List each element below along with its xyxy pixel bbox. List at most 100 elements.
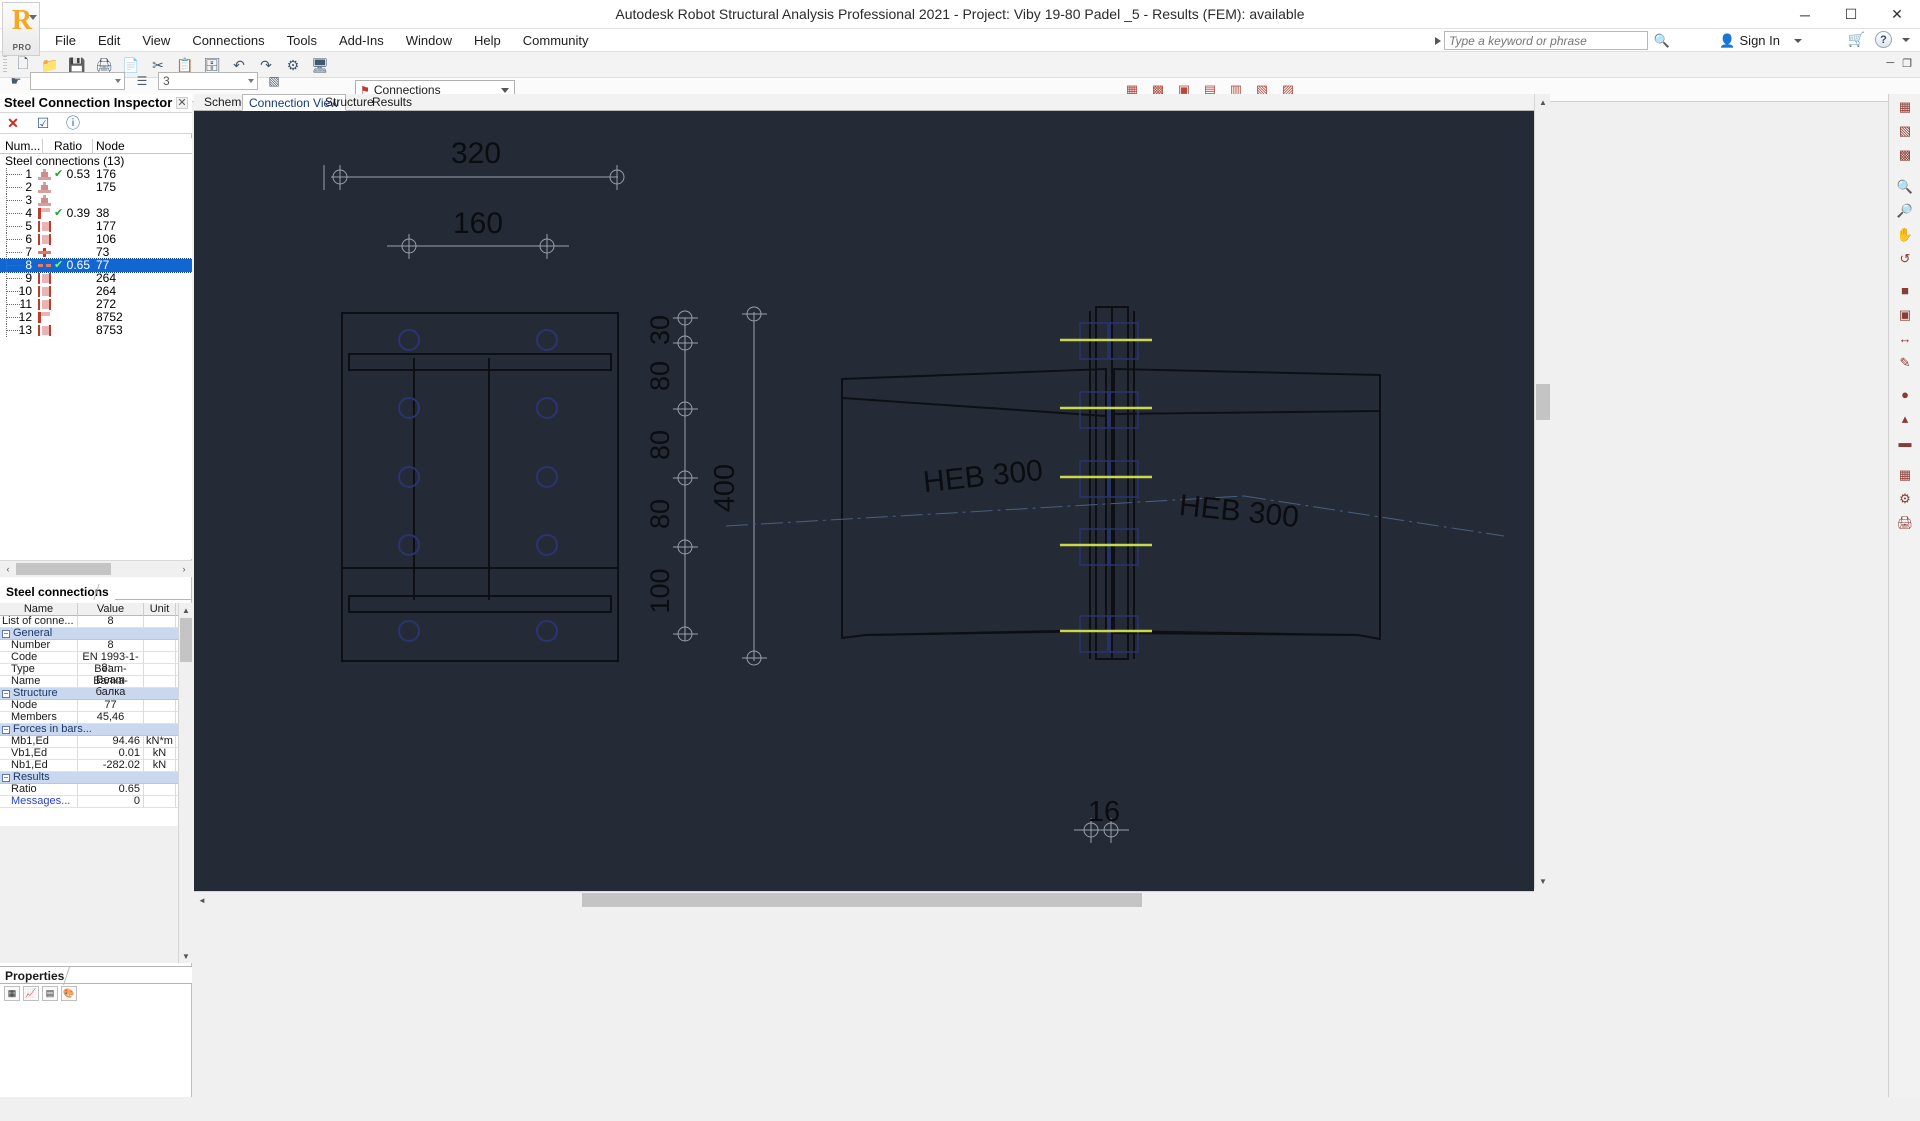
properties-vertical-scrollbar[interactable]: ▲ ▼ bbox=[178, 603, 192, 963]
mdi-window-controls: ─ ❐ bbox=[1886, 57, 1912, 70]
view-top-icon[interactable]: ▦ bbox=[1892, 95, 1918, 118]
minimize-button[interactable]: ─ bbox=[1782, 0, 1828, 29]
grid-display-icon[interactable]: ▦ bbox=[1892, 463, 1918, 486]
menu-connections[interactable]: Connections bbox=[181, 29, 275, 52]
menu-file[interactable]: File bbox=[44, 29, 87, 52]
help-icon[interactable]: ⓘ bbox=[64, 114, 82, 132]
scroll-thumb[interactable] bbox=[16, 563, 111, 575]
scroll-up-button[interactable]: ▲ bbox=[179, 603, 193, 617]
view-side-icon[interactable]: ▩ bbox=[1892, 143, 1918, 166]
dimension-icon[interactable]: ↔ bbox=[1892, 327, 1918, 350]
connection-type-icon[interactable]: ▧ bbox=[264, 72, 284, 90]
render-icon[interactable]: ■ bbox=[1892, 279, 1918, 302]
print-view-icon[interactable]: 🖨 bbox=[1892, 511, 1918, 534]
chevron-down-icon[interactable] bbox=[501, 88, 509, 93]
tab-results[interactable]: Results bbox=[366, 94, 418, 111]
tab-properties[interactable]: Properties bbox=[5, 967, 64, 985]
property-group-header[interactable]: − General bbox=[0, 628, 178, 640]
section-display-icon[interactable]: ▬ bbox=[1892, 431, 1918, 454]
collapse-icon[interactable]: − bbox=[2, 726, 10, 734]
collapse-icon[interactable]: − bbox=[2, 630, 10, 638]
property-row[interactable]: Messages... 0 bbox=[0, 796, 178, 808]
tree-horizontal-scrollbar[interactable]: ‹ › bbox=[0, 560, 192, 577]
property-unit bbox=[144, 700, 176, 712]
layers-icon[interactable]: ▣ bbox=[1892, 303, 1918, 326]
chart-icon[interactable]: 📈 bbox=[23, 986, 39, 1001]
search-dropdown-icon[interactable] bbox=[1435, 36, 1441, 45]
column-header-ratio: Ratio bbox=[54, 139, 83, 153]
scroll-left-button[interactable]: ‹ bbox=[0, 561, 16, 577]
mdi-restore-button[interactable]: ❐ bbox=[1902, 57, 1912, 70]
property-unit bbox=[144, 712, 176, 724]
property-group-header[interactable]: − Structure bbox=[0, 688, 178, 700]
scroll-thumb[interactable] bbox=[180, 618, 192, 662]
menu-help[interactable]: Help bbox=[463, 29, 512, 52]
scroll-down-button[interactable]: ▼ bbox=[1535, 873, 1551, 889]
menu-view[interactable]: View bbox=[131, 29, 181, 52]
canvas-vertical-scrollbar[interactable]: ▲ ▼ bbox=[1534, 94, 1550, 889]
maximize-button[interactable]: ☐ bbox=[1828, 0, 1874, 29]
scroll-down-button[interactable]: ▼ bbox=[179, 949, 193, 963]
count-value: 3 bbox=[163, 74, 170, 88]
property-group-label: − Structure bbox=[0, 688, 178, 700]
connection-tree[interactable]: Steel connections (13) 1 ✔ 0.53 176 2 175 3 4 ✔ 0… bbox=[0, 154, 192, 559]
zoom-out-icon[interactable]: 🔎 bbox=[1892, 199, 1918, 222]
connection-drawing-canvas[interactable]: 320 160 30 80 80 80 100 400 16 HEB 300 H… bbox=[194, 111, 1534, 891]
close-button[interactable]: ✕ bbox=[1874, 0, 1920, 29]
view-front-icon[interactable]: ▧ bbox=[1892, 119, 1918, 142]
menu-add-ins[interactable]: Add-Ins bbox=[328, 29, 395, 52]
zoom-in-icon[interactable]: 🔍 bbox=[1892, 175, 1918, 198]
column-header-unit: Unit bbox=[144, 603, 176, 616]
scroll-thumb[interactable] bbox=[582, 893, 1142, 907]
bolt-holes-front-view bbox=[398, 329, 558, 642]
binoculars-icon[interactable]: 🔍 bbox=[1654, 33, 1670, 49]
robot-app-logo[interactable]: R PRO bbox=[2, 2, 40, 56]
section-label-left: HEB 300 bbox=[922, 454, 1045, 499]
property-group-header[interactable]: − Forces in bars... bbox=[0, 724, 178, 736]
table-icon[interactable]: ▤ bbox=[42, 986, 58, 1001]
brush-icon[interactable]: 🎨 bbox=[61, 986, 77, 1001]
weld-display-icon[interactable]: ▴ bbox=[1892, 407, 1918, 430]
settings-icon[interactable]: ⚙ bbox=[1892, 487, 1918, 510]
menu-community[interactable]: Community bbox=[512, 29, 600, 52]
close-icon[interactable]: ✕ bbox=[176, 97, 188, 109]
tree-row-connection-13[interactable]: 13 8753 bbox=[0, 324, 192, 337]
menu-edit[interactable]: Edit bbox=[87, 29, 131, 52]
annotation-icon[interactable]: ✎ bbox=[1892, 351, 1918, 374]
sign-in-area[interactable]: 👤 Sign In bbox=[1719, 31, 1802, 50]
toolbar-separator bbox=[1889, 375, 1920, 382]
case-select[interactable] bbox=[30, 72, 125, 90]
rotate-icon[interactable]: ↺ bbox=[1892, 247, 1918, 270]
filter-icon[interactable]: ☰ bbox=[132, 72, 152, 90]
canvas-horizontal-scrollbar[interactable]: ◄ ► bbox=[194, 891, 1550, 907]
mdi-minimize-button[interactable]: ─ bbox=[1886, 57, 1894, 70]
person-icon: 👤 bbox=[1719, 33, 1736, 48]
cart-icon[interactable]: 🛒 bbox=[1848, 31, 1865, 48]
scroll-left-button[interactable]: ◄ bbox=[194, 892, 210, 908]
count-select[interactable]: 3 bbox=[158, 72, 258, 90]
sign-in-label: Sign In bbox=[1739, 33, 1780, 48]
scroll-right-button[interactable]: › bbox=[176, 561, 192, 577]
menu-tools[interactable]: Tools bbox=[276, 29, 328, 52]
property-group-header[interactable]: − Results bbox=[0, 772, 178, 784]
person-selection-icon[interactable]: ☛ bbox=[6, 72, 26, 90]
scroll-thumb[interactable] bbox=[1536, 384, 1550, 420]
connection-ratio: 0.39 bbox=[66, 206, 90, 220]
delete-icon[interactable]: ✕ bbox=[4, 114, 22, 132]
bolt-display-icon[interactable]: ● bbox=[1892, 383, 1918, 406]
dim-80-b: 80 bbox=[645, 430, 675, 460]
verify-icon[interactable]: ☑ bbox=[34, 114, 52, 132]
help-icon[interactable]: ? bbox=[1875, 31, 1892, 48]
collapse-icon[interactable]: − bbox=[2, 774, 10, 782]
collapse-icon[interactable]: − bbox=[2, 690, 10, 698]
chevron-down-icon[interactable] bbox=[1794, 38, 1802, 43]
property-name: Messages... bbox=[0, 796, 78, 808]
property-value: -282.02 bbox=[78, 760, 144, 772]
chevron-down-icon[interactable] bbox=[1902, 37, 1910, 42]
scroll-up-button[interactable]: ▲ bbox=[1535, 94, 1551, 110]
pan-icon[interactable]: ✋ bbox=[1892, 223, 1918, 246]
menu-window[interactable]: Window bbox=[395, 29, 463, 52]
dim-30: 30 bbox=[645, 315, 675, 345]
layout-icon[interactable]: ▦ bbox=[4, 986, 20, 1001]
search-input[interactable] bbox=[1444, 31, 1648, 50]
